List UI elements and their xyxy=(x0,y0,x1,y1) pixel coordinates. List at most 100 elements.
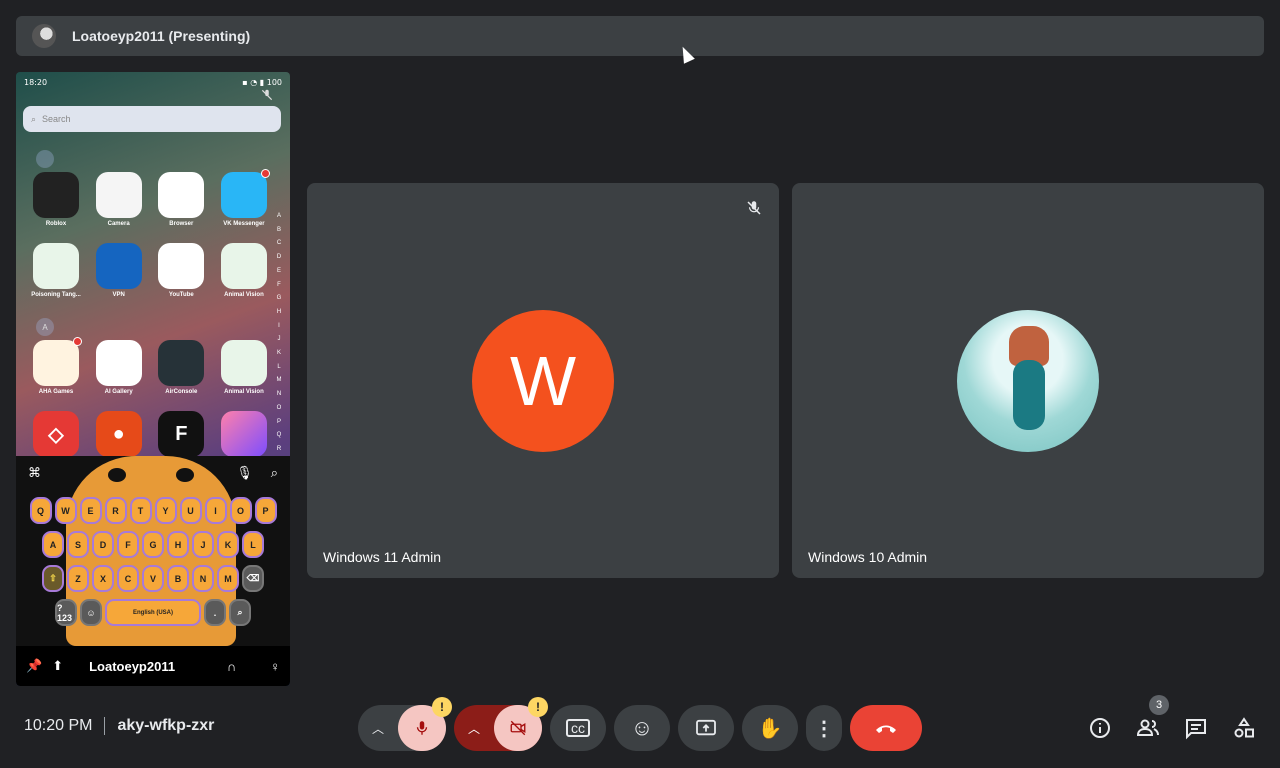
onscreen-keyboard[interactable]: ⌘ 🎙 ⌕ QWERTYUIOP ASDFGHJKL ⇧ ZXCVBNM ⌫ ?… xyxy=(16,456,290,646)
avatar xyxy=(957,309,1099,452)
nav-icon: ∩ xyxy=(226,658,237,674)
app-item[interactable]: VK Messenger xyxy=(218,169,270,227)
app-label: AHA Games xyxy=(38,389,74,395)
info-icon xyxy=(1090,718,1110,738)
app-item[interactable]: AHA Games xyxy=(30,337,82,395)
participant-tile-windows-10[interactable]: Windows 10 Admin xyxy=(792,183,1264,578)
participant-tile-windows-11[interactable]: W Windows 11 Admin xyxy=(307,183,779,578)
people-button[interactable] xyxy=(1133,713,1163,743)
app-item[interactable]: Animal Vision xyxy=(218,340,270,395)
games-icon xyxy=(33,337,82,386)
key-v[interactable]: V xyxy=(142,565,164,592)
numbers-key[interactable]: ?123 xyxy=(55,599,77,626)
youtube-icon xyxy=(158,243,205,289)
audio-options-chevron-icon[interactable]: ︿ xyxy=(372,720,384,737)
present-icon[interactable]: ⬆ xyxy=(52,658,63,674)
shift-key[interactable]: ⇧ xyxy=(42,565,64,592)
leave-call-button[interactable] xyxy=(850,705,922,751)
app-label: Camera xyxy=(107,221,130,227)
camera-toggle-button[interactable]: ! xyxy=(494,697,548,751)
app-item[interactable]: YouTube xyxy=(155,243,207,298)
f-app-icon: F xyxy=(158,411,205,457)
app-item[interactable]: Poisoning Tang... xyxy=(30,243,82,298)
key-c[interactable]: C xyxy=(117,565,139,592)
app-f[interactable]: F xyxy=(155,411,207,457)
reactions-button[interactable]: ☺ xyxy=(614,705,670,751)
app-label: VK Messenger xyxy=(223,221,265,227)
avatar: W xyxy=(472,309,614,452)
chat-icon xyxy=(1186,719,1206,740)
key-b[interactable]: B xyxy=(167,565,189,592)
key-l[interactable]: L xyxy=(242,531,264,558)
eye-icon xyxy=(33,243,79,289)
emoji-key[interactable]: ☺ xyxy=(80,599,102,626)
mic-off-icon xyxy=(745,199,763,217)
people-icon xyxy=(1136,719,1159,736)
app-anydesk[interactable]: ◇ xyxy=(30,411,82,457)
key-o[interactable]: O xyxy=(229,497,252,524)
keyboard-menu-icon[interactable]: ⌘ xyxy=(28,465,41,481)
key-h[interactable]: H xyxy=(167,531,189,558)
raise-hand-button[interactable]: ✋ xyxy=(742,705,798,751)
key-r[interactable]: R xyxy=(104,497,127,524)
app-item[interactable]: Roblox xyxy=(30,172,82,227)
key-s[interactable]: S xyxy=(67,531,89,558)
key-u[interactable]: U xyxy=(179,497,202,524)
key-e[interactable]: E xyxy=(79,497,102,524)
activities-button[interactable] xyxy=(1229,713,1259,743)
video-options-chevron-icon[interactable]: ︿ xyxy=(468,720,480,737)
app-item[interactable]: VPN xyxy=(93,243,145,298)
more-options-button[interactable]: ⋮ xyxy=(806,705,842,751)
key-z[interactable]: Z xyxy=(67,565,89,592)
app-item[interactable]: Camera xyxy=(93,172,145,227)
key-t[interactable]: T xyxy=(129,497,152,524)
app-label: Animal Vision xyxy=(224,292,264,298)
app-joystick[interactable]: ● xyxy=(93,411,145,457)
key-p[interactable]: P xyxy=(254,497,277,524)
period-key[interactable]: . xyxy=(204,599,226,626)
key-k[interactable]: K xyxy=(217,531,239,558)
key-g[interactable]: G xyxy=(142,531,164,558)
present-button[interactable] xyxy=(678,705,734,751)
browser-icon xyxy=(158,172,205,218)
key-i[interactable]: I xyxy=(204,497,227,524)
camera-icon xyxy=(95,172,142,218)
app-appstore[interactable] xyxy=(218,411,270,457)
appstore-icon xyxy=(220,411,267,457)
camera-warning-badge: ! xyxy=(528,697,548,717)
meeting-details-button[interactable] xyxy=(1085,713,1115,743)
key-d[interactable]: D xyxy=(92,531,114,558)
key-j[interactable]: J xyxy=(192,531,214,558)
camera-off-icon xyxy=(510,720,526,736)
app-label: Poisoning Tang... xyxy=(31,292,81,298)
keyboard-toolbar: ⌘ 🎙 ⌕ xyxy=(16,456,290,490)
phone-search-input[interactable]: ⌕ Search xyxy=(23,106,281,132)
key-f[interactable]: F xyxy=(117,531,139,558)
accessibility-icon: ♀ xyxy=(270,658,280,674)
presenter-avatar xyxy=(32,24,56,48)
alphabet-index[interactable]: A B C D E F G H I J K L M N O P Q R xyxy=(276,210,282,457)
app-item[interactable]: Browser xyxy=(155,172,207,227)
participant-name: Windows 11 Admin xyxy=(323,549,442,565)
key-x[interactable]: X xyxy=(92,565,114,592)
pin-icon[interactable]: 📌 xyxy=(26,658,42,674)
chat-button[interactable] xyxy=(1181,713,1211,743)
keyboard-enter-search-key[interactable]: ⌕ xyxy=(229,599,251,626)
key-q[interactable]: Q xyxy=(29,497,52,524)
app-item[interactable]: AirConsole xyxy=(155,340,207,395)
key-m[interactable]: M xyxy=(217,565,239,592)
captions-button[interactable]: cc xyxy=(550,705,606,751)
app-item[interactable]: AI Gallery xyxy=(93,340,145,395)
mic-toggle-button[interactable]: ! xyxy=(398,697,452,751)
backspace-key[interactable]: ⌫ xyxy=(242,565,264,592)
shared-screen[interactable]: 18:20 ▪ ◔ ▮ 100 ⌕ Search A Roblox Camera B… xyxy=(16,72,290,686)
app-item[interactable]: Animal Vision xyxy=(218,243,270,298)
space-key[interactable]: English (USA) xyxy=(105,599,201,626)
keyboard-mic-icon[interactable]: 🎙 xyxy=(236,465,253,481)
app-label: Animal Vision xyxy=(224,389,264,395)
key-y[interactable]: Y xyxy=(154,497,177,524)
key-n[interactable]: N xyxy=(192,565,214,592)
key-w[interactable]: W xyxy=(54,497,77,524)
key-a[interactable]: A xyxy=(42,531,64,558)
keyboard-search-icon[interactable]: ⌕ xyxy=(271,465,278,481)
